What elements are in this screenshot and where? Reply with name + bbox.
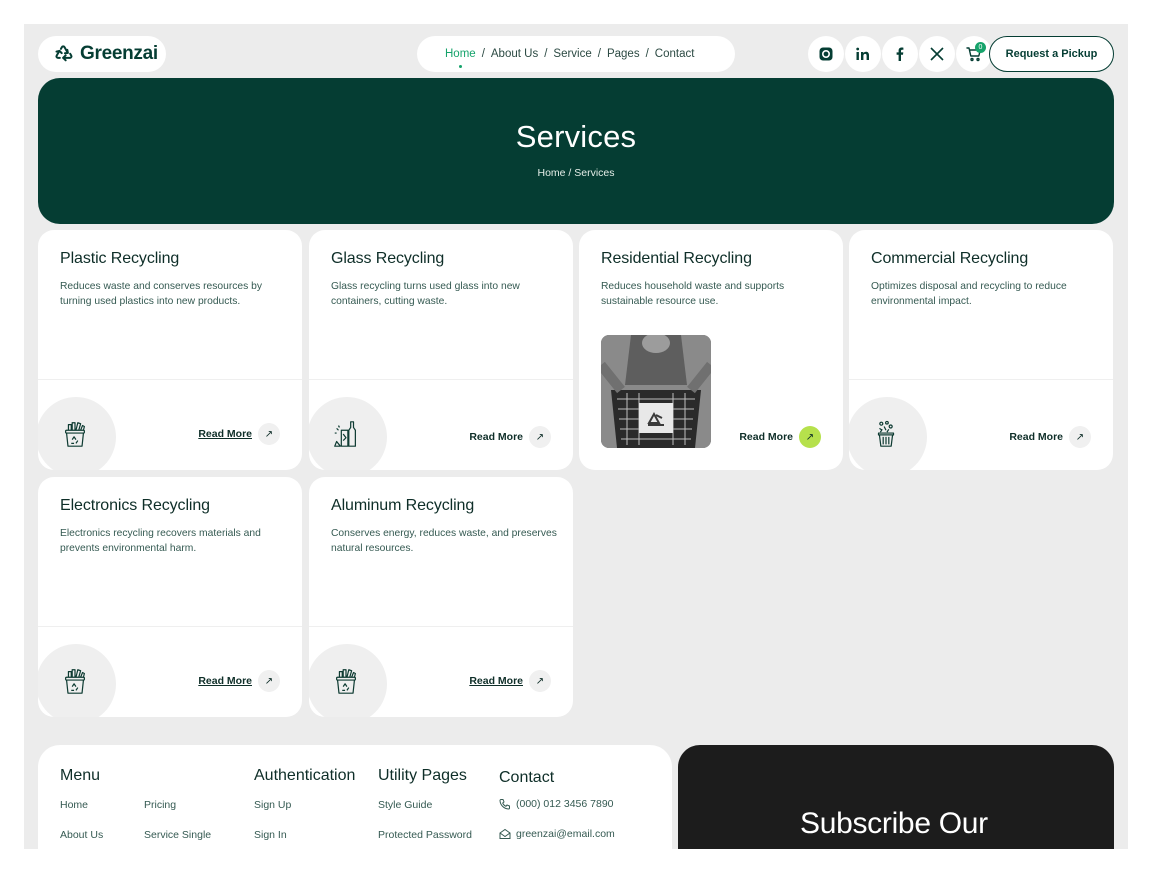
read-more-label: Read More — [198, 428, 252, 440]
nav-separator: / — [597, 48, 601, 60]
footer-link-about-us[interactable]: About Us — [60, 829, 103, 841]
read-more-label: Read More — [739, 431, 793, 443]
footer-contact-column: Contact — [499, 769, 554, 787]
logo[interactable]: Greenzai — [38, 36, 166, 72]
footer-link-pricing[interactable]: Pricing — [144, 799, 176, 811]
footer-link-home[interactable]: Home — [60, 799, 88, 811]
card-divider — [38, 626, 302, 627]
facebook-icon[interactable] — [882, 36, 918, 72]
phone-icon — [499, 799, 510, 810]
recycle-bin-icon — [38, 397, 116, 470]
footer-phone[interactable]: (000) 012 3456 7890 — [499, 798, 614, 810]
footer-email[interactable]: greenzai@email.com — [499, 828, 615, 840]
footer-link-service-single[interactable]: Service Single — [144, 829, 211, 841]
nav-separator: / — [481, 48, 485, 60]
service-card-plastic[interactable]: Plastic Recycling Reduces waste and cons… — [38, 230, 302, 470]
card-divider — [309, 379, 573, 380]
phone-number: (000) 012 3456 7890 — [516, 798, 614, 810]
read-more-label: Read More — [469, 431, 523, 443]
recycle-bin-icon — [309, 644, 387, 717]
arrow-up-right-icon: ↗ — [258, 423, 280, 445]
service-description: Glass recycling turns used glass into ne… — [331, 281, 520, 307]
page-title: Services — [515, 119, 637, 154]
service-description: Reduces waste and conserves resources by… — [60, 281, 263, 307]
nav-service[interactable]: Service — [553, 48, 591, 60]
glass-bottles-icon — [309, 397, 387, 470]
nav-home[interactable]: Home — [445, 48, 476, 68]
request-pickup-button[interactable]: Request a Pickup — [989, 36, 1114, 72]
card-divider — [38, 379, 302, 380]
subscribe-title: Subscribe Our — [800, 807, 988, 840]
mail-icon — [499, 828, 511, 839]
recycle-bin-icon — [38, 644, 116, 717]
service-card-commercial[interactable]: Commercial Recycling Optimizes disposal … — [849, 230, 1113, 470]
footer-link-sign-in[interactable]: Sign In — [254, 829, 287, 841]
recycle-logo-icon — [54, 42, 74, 67]
read-more-link[interactable]: Read More ↗ — [739, 426, 821, 448]
arrow-up-right-icon: ↗ — [1069, 426, 1091, 448]
service-description: Electronics recycling recovers materials… — [60, 528, 261, 554]
service-title: Plastic Recycling — [60, 250, 180, 267]
brand-name: Greenzai — [80, 43, 158, 64]
service-description: Conserves energy, reduces waste, and pre… — [331, 528, 557, 554]
card-divider — [309, 626, 573, 627]
service-description: Reduces household waste and supports sus… — [601, 281, 785, 307]
breadcrumb: Home / Services — [537, 167, 615, 179]
read-more-link[interactable]: Read More ↗ — [469, 426, 551, 448]
header-icons: 0 — [808, 36, 992, 72]
subscribe-panel: Subscribe Our — [678, 745, 1114, 849]
recycling-crate-photo — [601, 335, 711, 448]
arrow-up-right-icon: ↗ — [258, 670, 280, 692]
service-title: Commercial Recycling — [871, 250, 1029, 267]
nav-pages[interactable]: Pages — [607, 48, 640, 60]
instagram-icon[interactable] — [808, 36, 844, 72]
service-card-glass[interactable]: Glass Recycling Glass recycling turns us… — [309, 230, 573, 470]
footer-link-sign-up[interactable]: Sign Up — [254, 799, 291, 811]
nav-about-us[interactable]: About Us — [491, 48, 538, 60]
service-title: Aluminum Recycling — [331, 497, 475, 514]
linkedin-icon[interactable] — [845, 36, 881, 72]
service-card-electronics[interactable]: Electronics Recycling Electronics recycl… — [38, 477, 302, 717]
read-more-link[interactable]: Read More ↗ — [198, 670, 280, 692]
cart-count-badge: 0 — [975, 42, 986, 53]
read-more-link[interactable]: Read More ↗ — [469, 670, 551, 692]
nav-separator: / — [544, 48, 548, 60]
footer-utility-column: Utility Pages — [378, 767, 467, 785]
footer-menu-column: Menu — [60, 767, 100, 785]
arrow-up-right-icon: ↗ — [799, 426, 821, 448]
service-title: Residential Recycling — [601, 250, 752, 267]
read-more-label: Read More — [469, 675, 523, 687]
footer-link-protected-password[interactable]: Protected Password — [378, 829, 472, 841]
footer-links-panel: Menu Home Pricing About Us Service Singl… — [38, 745, 672, 849]
service-title: Glass Recycling — [331, 250, 445, 267]
service-description: Optimizes disposal and recycling to redu… — [871, 281, 1067, 307]
cart-icon[interactable]: 0 — [956, 36, 992, 72]
trash-bin-icon — [849, 397, 927, 470]
x-icon[interactable] — [919, 36, 955, 72]
main-nav: Home / About Us / Service / Pages / Cont… — [417, 36, 735, 72]
footer-heading: Utility Pages — [378, 767, 467, 784]
arrow-up-right-icon: ↗ — [529, 670, 551, 692]
read-more-label: Read More — [1009, 431, 1063, 443]
read-more-label: Read More — [198, 675, 252, 687]
arrow-up-right-icon: ↗ — [529, 426, 551, 448]
read-more-link[interactable]: Read More ↗ — [1009, 426, 1091, 448]
nav-separator: / — [645, 48, 649, 60]
footer-link-style-guide[interactable]: Style Guide — [378, 799, 432, 811]
page-frame: Greenzai Home / About Us / Service / Pag… — [24, 24, 1128, 849]
hero-banner: Services Home / Services — [38, 78, 1114, 224]
footer-heading: Menu — [60, 767, 101, 784]
service-card-residential[interactable]: Residential Recycling Reduces household … — [579, 230, 843, 470]
footer-heading: Authentication — [254, 767, 356, 784]
footer-heading: Contact — [499, 769, 555, 786]
service-card-aluminum[interactable]: Aluminum Recycling Conserves energy, red… — [309, 477, 573, 717]
email-address: greenzai@email.com — [516, 828, 615, 840]
footer-auth-column: Authentication — [254, 767, 355, 785]
card-divider — [849, 379, 1113, 380]
nav-contact[interactable]: Contact — [655, 48, 695, 60]
service-title: Electronics Recycling — [60, 497, 210, 514]
read-more-link[interactable]: Read More ↗ — [198, 423, 280, 445]
